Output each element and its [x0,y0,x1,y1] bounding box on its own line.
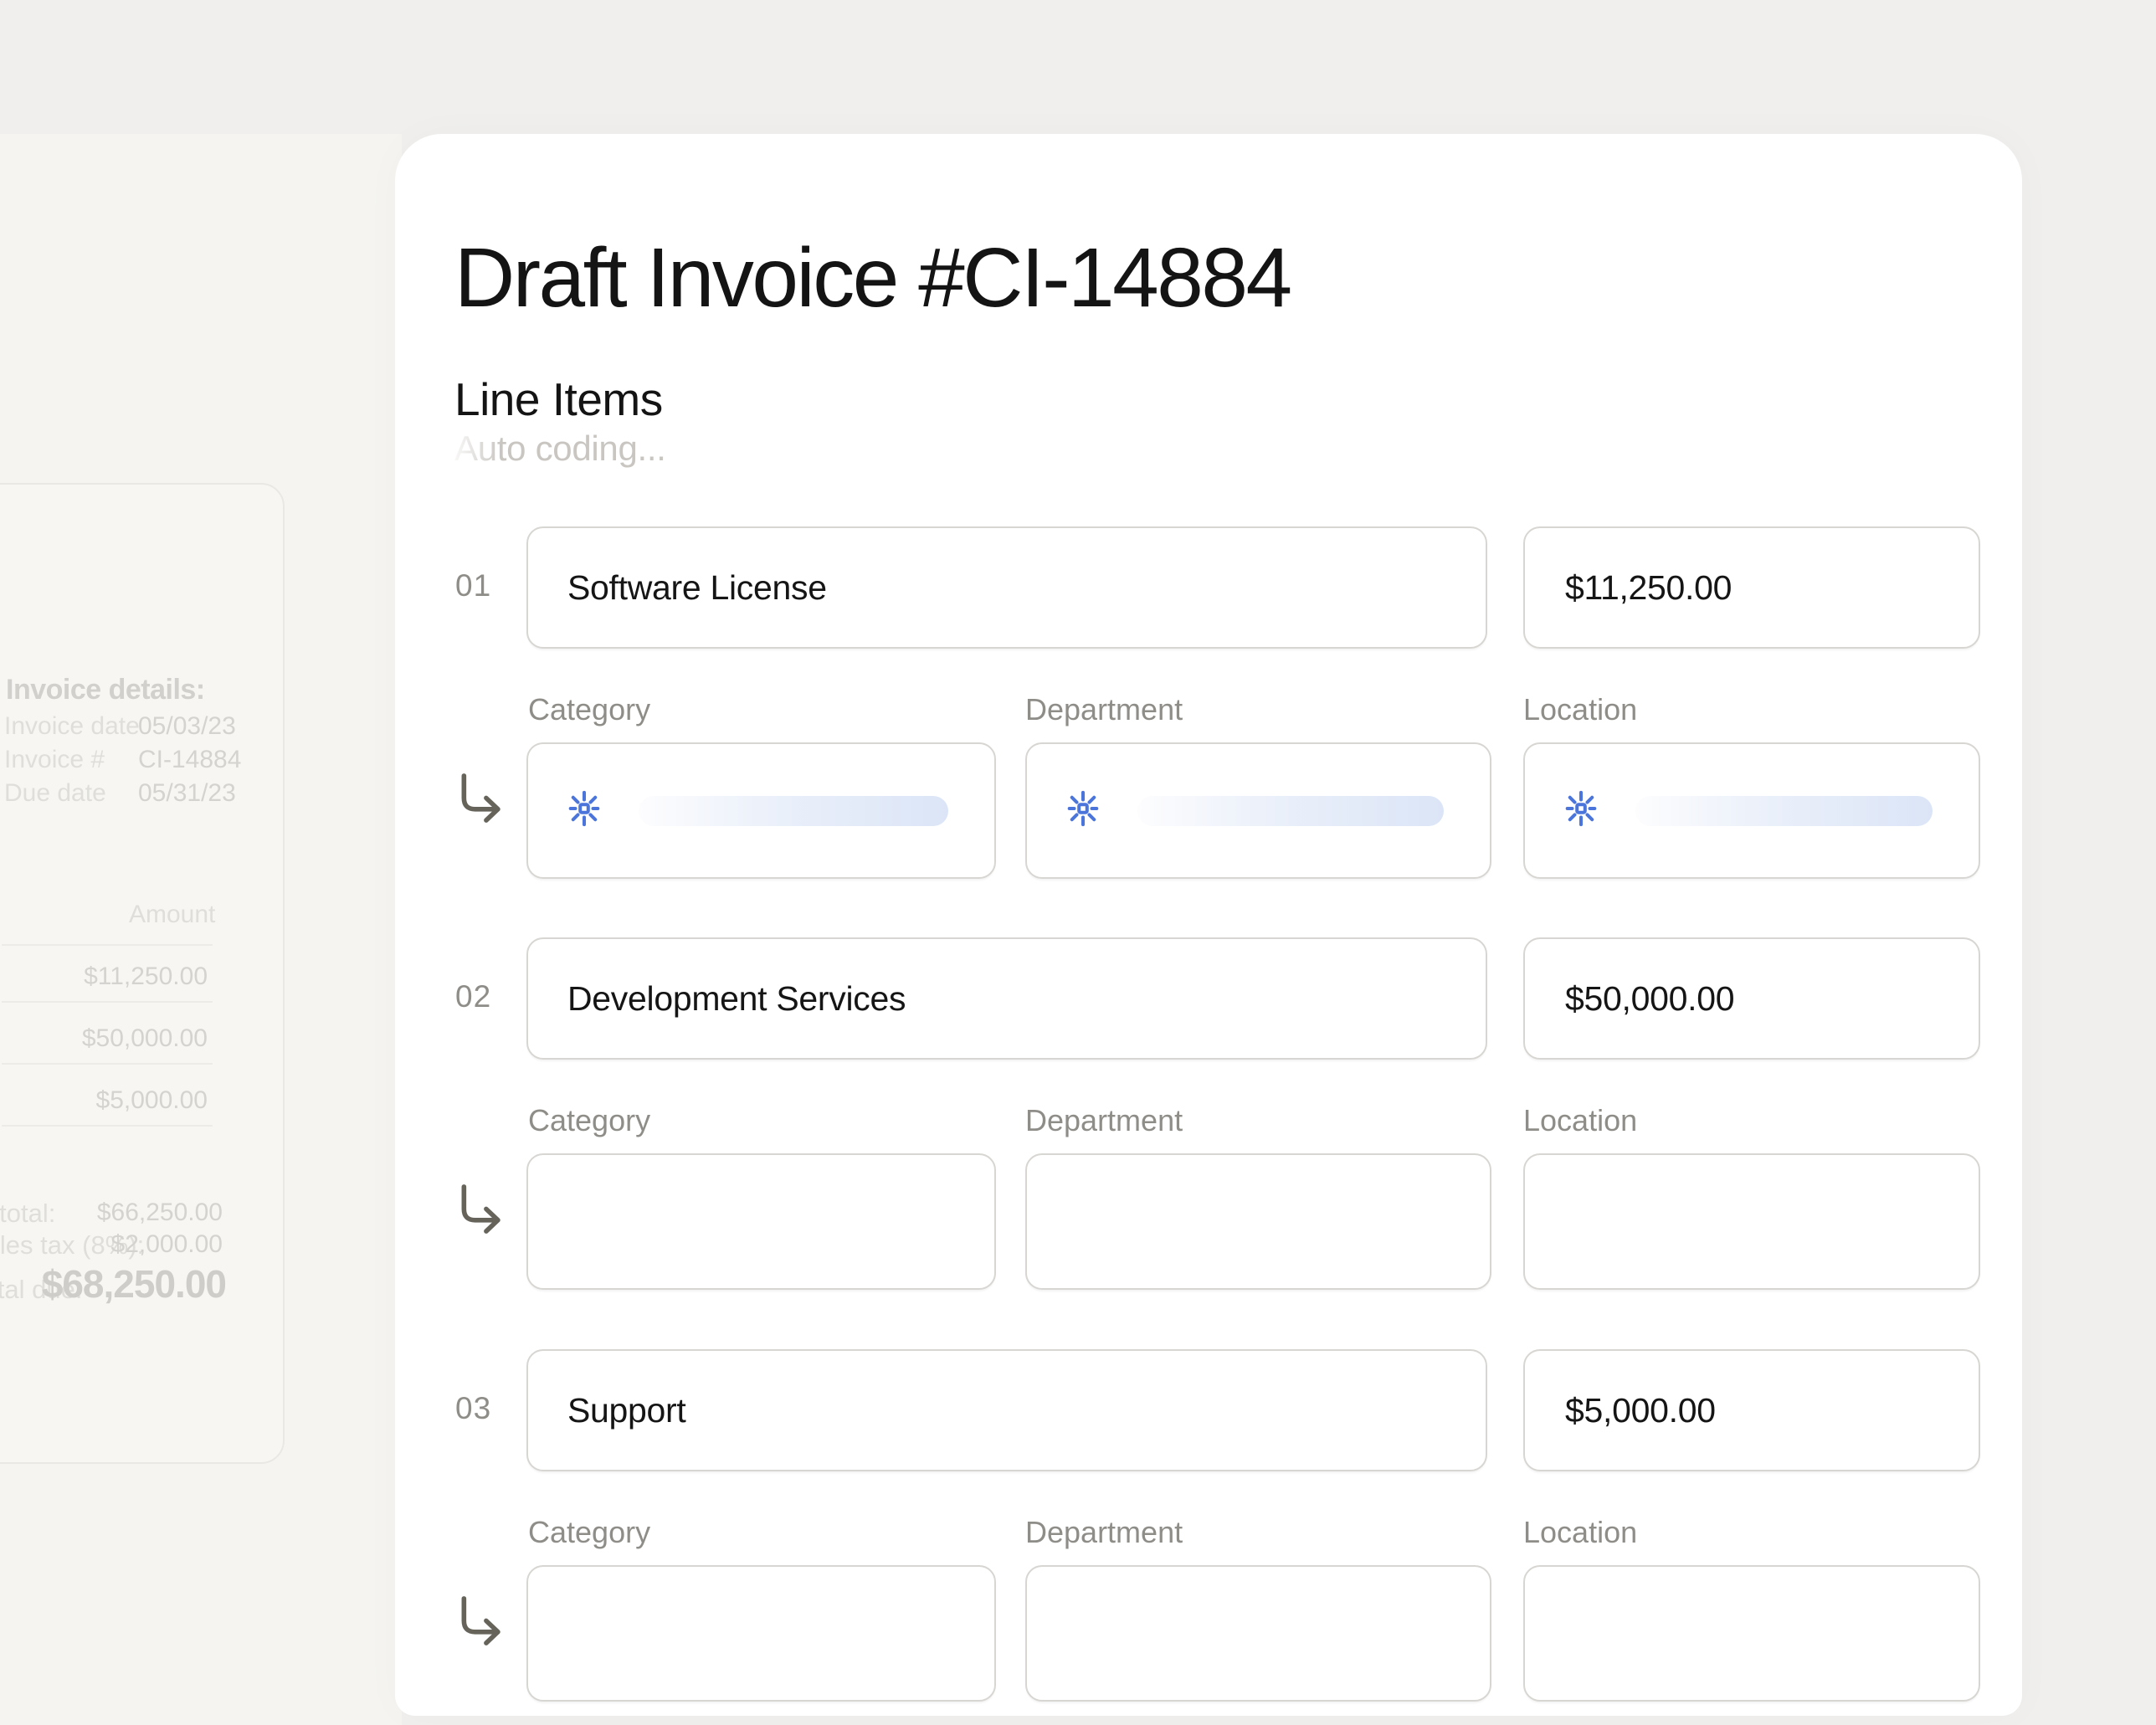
department-input[interactable] [1025,742,1491,879]
page-title: Draft Invoice #CI-14884 [454,234,1291,322]
line-item-number: 03 [455,1391,506,1426]
invoice-preview-panel: Invoice details: Invoice date 05/03/23 I… [0,483,285,1464]
line-item-number: 02 [455,979,506,1014]
sparkle-loading-icon [1562,789,1600,832]
item-amount-value: $5,000.00 [1565,1391,1716,1430]
detail-label: Invoice # [4,746,105,774]
amount-column-header: Amount [129,901,215,929]
item-amount-input[interactable]: $11,250.00 [1523,526,1980,649]
sub-row-arrow-icon [455,771,507,823]
item-name-value: Development Services [567,979,906,1019]
sub-row-arrow-icon [455,1182,507,1234]
item-name-input[interactable]: Development Services [526,937,1487,1060]
divider [2,1125,213,1127]
line-item-row: 03 Support $5,000.00 Category Department… [395,1349,2022,1702]
department-label: Department [1025,1515,1183,1550]
item-amount-value: $50,000.00 [1565,979,1734,1019]
category-label: Category [528,1103,650,1138]
location-input[interactable] [1523,1565,1980,1702]
line-items-heading: Line Items [454,372,663,426]
shimmer-bar [639,796,948,826]
shimmer-bar [1635,796,1933,826]
sparkle-loading-icon [1064,789,1102,832]
item-name-value: Support [567,1391,686,1430]
sales-tax-value: $2,000.00 [111,1230,223,1259]
line-item-row: 01 Software License $11,250.00 Category … [395,526,2022,879]
detail-value: 05/31/23 [138,779,236,808]
detail-value: 05/03/23 [138,712,236,741]
location-input[interactable] [1523,1153,1980,1290]
divider [2,944,213,946]
location-label: Location [1523,692,1637,727]
shimmer-bar [1137,796,1444,826]
department-input[interactable] [1025,1565,1491,1702]
draft-invoice-card: Draft Invoice #CI-14884 Line Items Auto … [395,134,2022,1716]
sub-row-arrow-icon [455,1594,507,1645]
category-input[interactable] [526,1565,996,1702]
preview-line-amount: $50,000.00 [82,1024,208,1053]
sparkle-loading-icon [565,789,603,832]
detail-label: Invoice date [4,712,140,741]
preview-line-amount: $11,250.00 [84,963,208,991]
line-item-number: 01 [455,568,506,603]
item-name-input[interactable]: Software License [526,526,1487,649]
category-label: Category [528,692,650,727]
location-label: Location [1523,1515,1637,1550]
item-amount-input[interactable]: $5,000.00 [1523,1349,1980,1471]
location-input[interactable] [1523,742,1980,879]
item-name-value: Software License [567,568,827,608]
department-input[interactable] [1025,1153,1491,1290]
divider [2,1063,213,1065]
total-due-value: $68,250.00 [42,1261,226,1307]
line-item-row: 02 Development Services $50,000.00 Categ… [395,937,2022,1290]
item-name-input[interactable]: Support [526,1349,1487,1471]
category-input[interactable] [526,742,996,879]
preview-line-amount: $5,000.00 [96,1086,208,1115]
location-label: Location [1523,1103,1637,1138]
subtotal-label: Subtotal: [0,1199,55,1229]
detail-label: Due date [4,779,106,808]
detail-value: CI-14884 [138,746,241,774]
category-label: Category [528,1515,650,1550]
auto-coding-status-text: Auto coding... [454,429,666,468]
department-label: Department [1025,1103,1183,1138]
item-amount-input[interactable]: $50,000.00 [1523,937,1980,1060]
invoice-details-heading: Invoice details: [6,674,205,706]
category-input[interactable] [526,1153,996,1290]
subtotal-value: $66,250.00 [97,1199,223,1227]
auto-coding-status: Auto coding... [454,429,666,469]
department-label: Department [1025,692,1183,727]
divider [2,1001,213,1003]
item-amount-value: $11,250.00 [1565,568,1732,608]
